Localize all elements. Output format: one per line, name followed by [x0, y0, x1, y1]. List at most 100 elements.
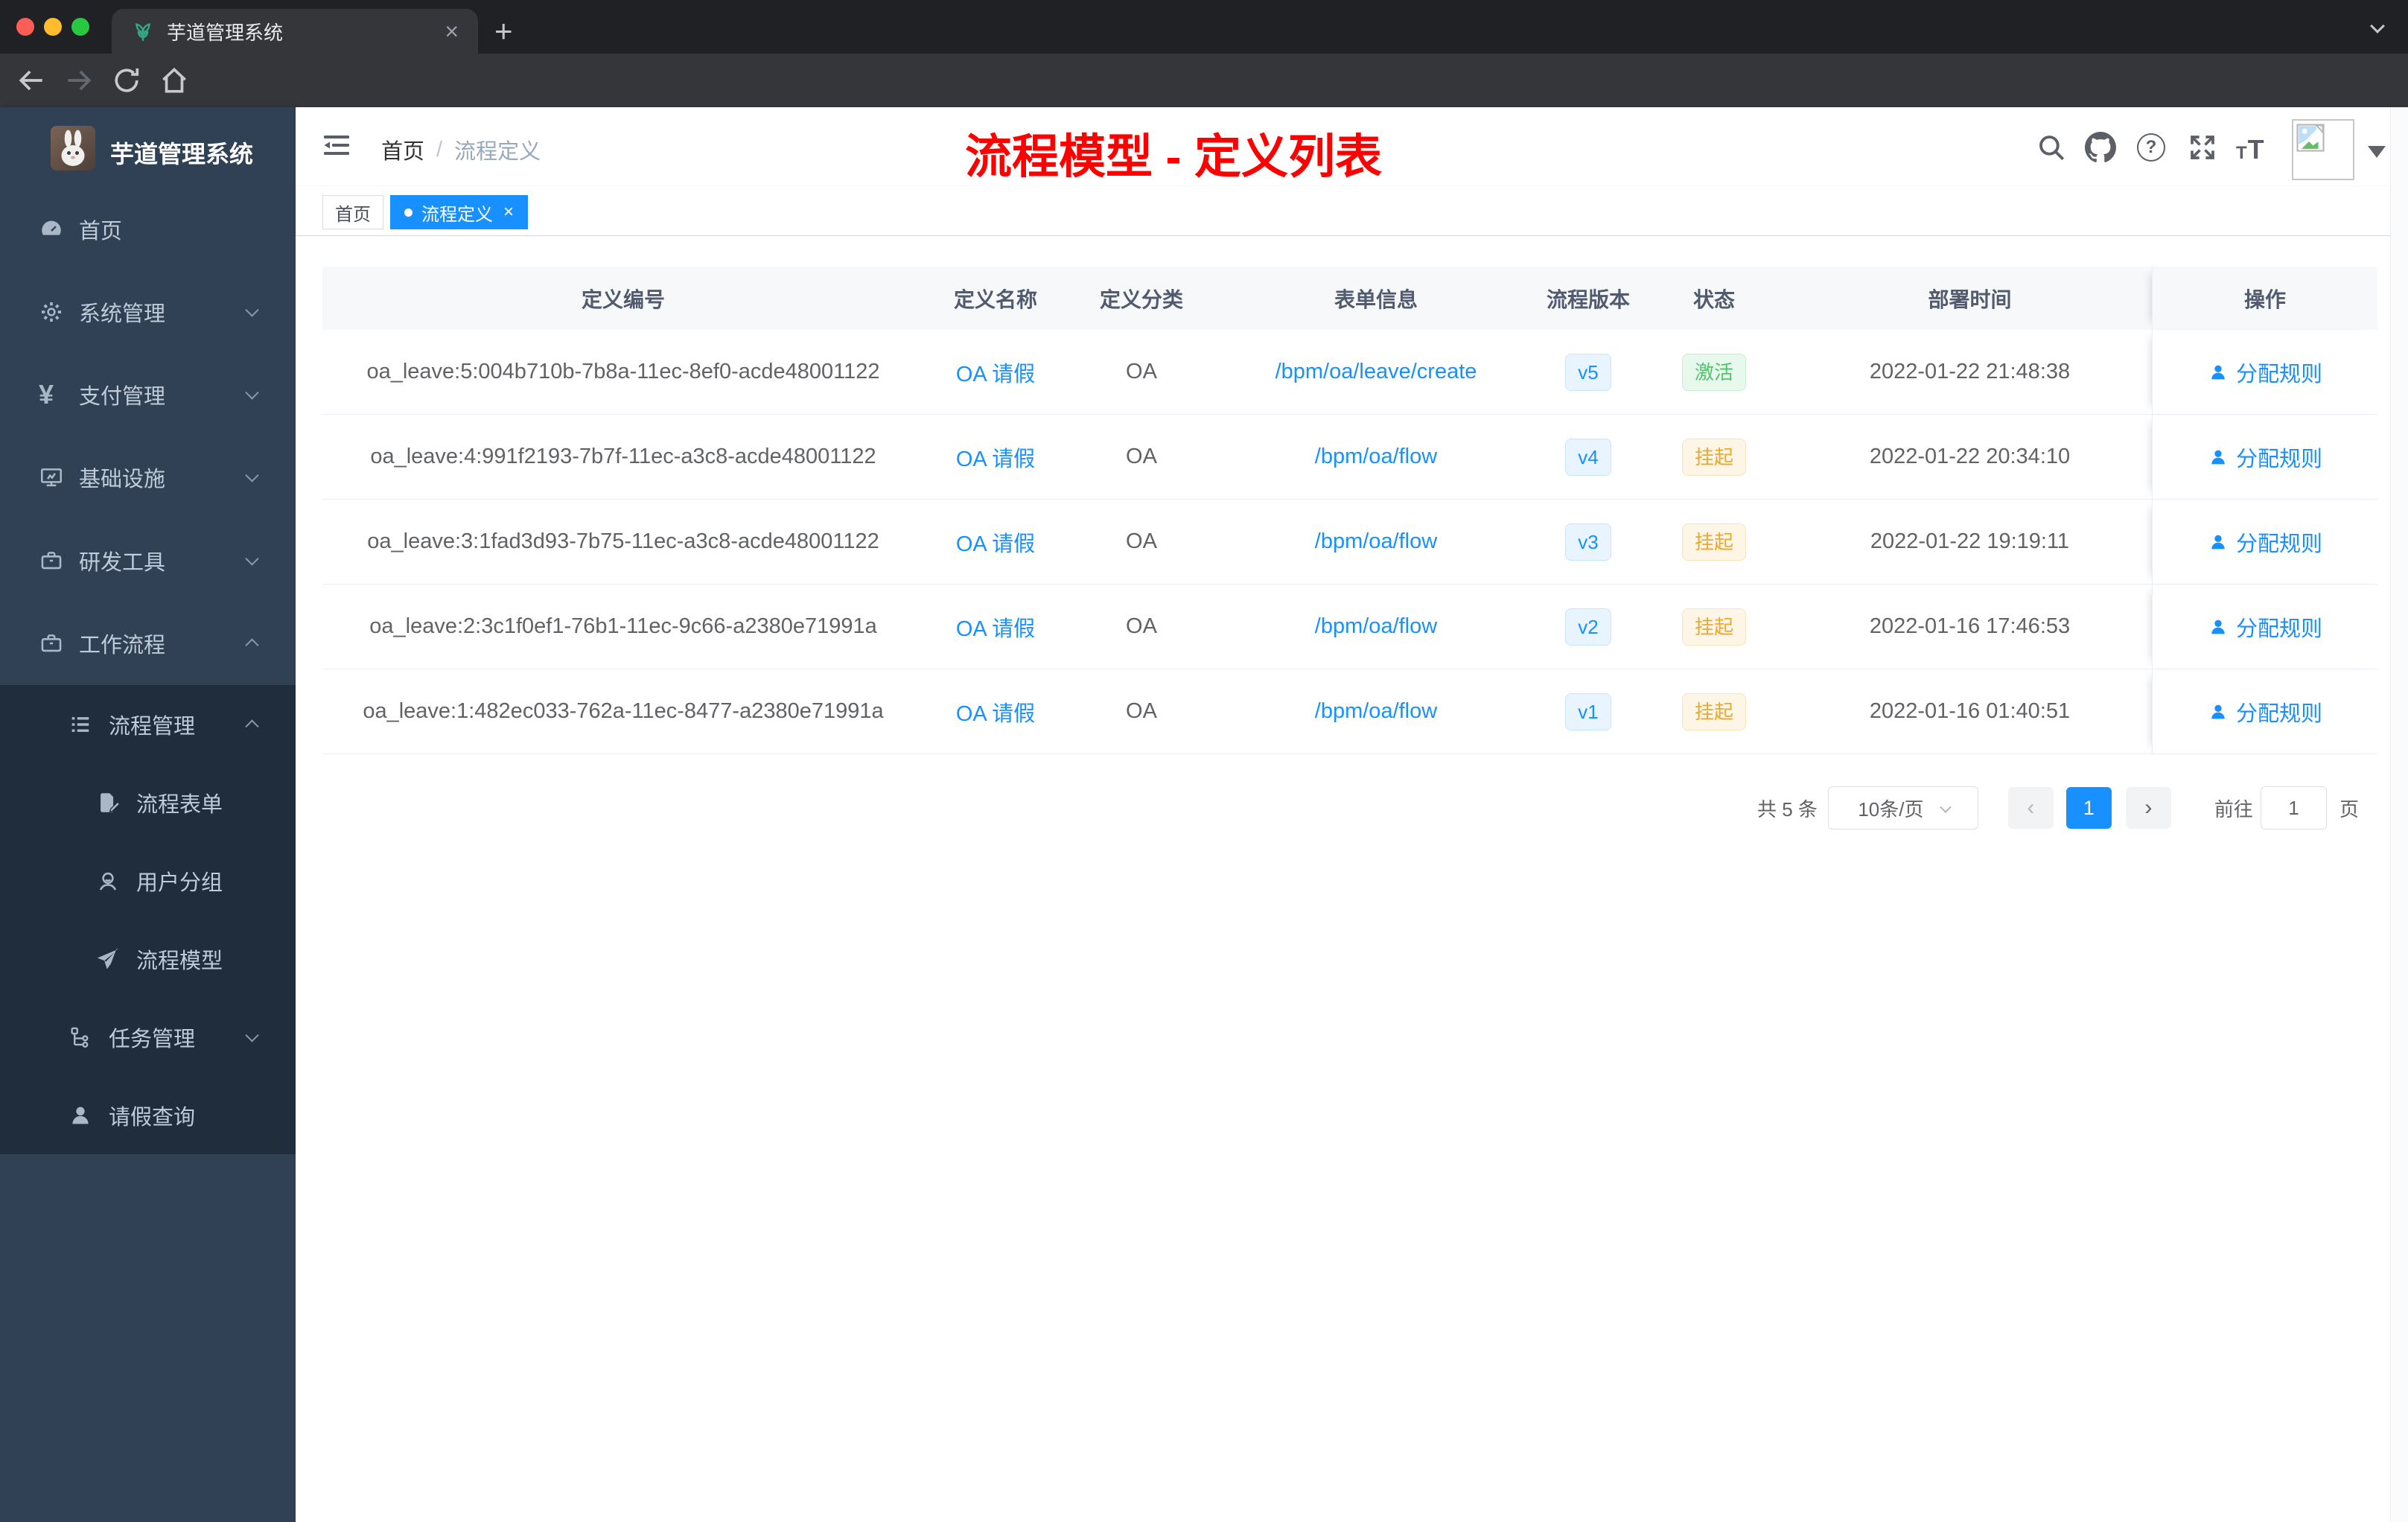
version-badge: v4	[1565, 438, 1611, 476]
sidebar-item-home[interactable]: 首页	[0, 188, 296, 271]
status-badge: 挂起	[1681, 438, 1746, 476]
form-link[interactable]: /bpm/oa/flow	[1315, 699, 1437, 724]
definition-table: 定义编号 定义名称 定义分类 表单信息 流程版本 状态 部署时间 操作 oa_l…	[322, 267, 2377, 754]
sidebar-item-pay[interactable]: ¥ 支付管理	[0, 353, 296, 436]
form-link[interactable]: /bpm/oa/leave/create	[1275, 360, 1477, 384]
goto-page-input[interactable]	[2260, 786, 2327, 830]
definition-category: OA	[1126, 529, 1157, 553]
font-size-icon[interactable]: TT	[2236, 134, 2265, 165]
definition-id: oa_leave:2:3c1f0ef1-76b1-11ec-9c66-a2380…	[369, 614, 877, 638]
definition-name-link[interactable]: OA 请假	[956, 611, 1035, 643]
new-tab-button[interactable]: +	[494, 13, 513, 49]
definition-id: oa_leave:5:004b710b-7b8a-11ec-8ef0-acde4…	[366, 360, 880, 383]
sidebar-collapse-icon[interactable]	[322, 133, 351, 159]
window-zoom-button[interactable]	[71, 18, 89, 36]
browser-scrollbar[interactable]	[2390, 107, 2408, 1522]
document-edit-icon	[95, 790, 121, 815]
avatar-dropdown-caret-icon[interactable]	[2368, 146, 2386, 158]
tag-current[interactable]: 流程定义 ×	[390, 195, 529, 229]
app-logo-avatar	[51, 126, 95, 171]
current-page-button[interactable]: 1	[2065, 787, 2112, 829]
github-icon[interactable]	[2085, 132, 2116, 163]
status-badge: 挂起	[1681, 608, 1746, 646]
user-icon	[2211, 450, 2225, 464]
search-icon[interactable]	[2036, 132, 2067, 163]
definition-name-link[interactable]: OA 请假	[956, 357, 1035, 388]
tab-title: 芋道管理系统	[167, 21, 284, 44]
assign-rule-button[interactable]: 分配规则	[2208, 442, 2322, 473]
window-minimize-button[interactable]	[44, 18, 62, 36]
assign-rule-button[interactable]: 分配规则	[2208, 526, 2322, 558]
assign-rule-button[interactable]: 分配规则	[2208, 611, 2322, 643]
column-header: 流程版本	[1546, 287, 1630, 311]
assign-rule-button[interactable]: 分配规则	[2208, 696, 2322, 727]
tags-view-bar: 首页 流程定义 ×	[296, 186, 2408, 236]
breadcrumb-home[interactable]: 首页	[381, 134, 424, 165]
column-header: 部署时间	[1928, 287, 2012, 311]
goto-label: 前往	[2214, 797, 2253, 821]
deploy-time: 2022-01-16 01:40:51	[1869, 699, 2071, 723]
briefcase-icon	[39, 548, 64, 573]
sidebar-item-process-model[interactable]: 流程模型	[0, 920, 296, 998]
tag-home[interactable]: 首页	[322, 195, 383, 229]
next-page-button[interactable]: ›	[2125, 787, 2171, 829]
prev-page-button[interactable]: ‹	[2007, 787, 2054, 829]
sidebar-item-task-manage[interactable]: 任务管理	[0, 998, 296, 1076]
sidebar-item-workflow[interactable]: 工作流程	[0, 602, 296, 685]
form-link[interactable]: /bpm/oa/flow	[1315, 614, 1437, 639]
deploy-time: 2022-01-22 21:48:38	[1869, 360, 2071, 383]
page-suffix: 页	[2339, 797, 2359, 821]
definition-category: OA	[1126, 445, 1157, 468]
form-link[interactable]: /bpm/oa/flow	[1315, 445, 1437, 469]
definition-id: oa_leave:3:1fad3d93-7b75-11ec-a3c8-acde4…	[367, 529, 879, 553]
version-badge: v3	[1565, 523, 1611, 561]
user-avatar-broken-image[interactable]	[2292, 119, 2354, 180]
fullscreen-icon[interactable]	[2187, 132, 2218, 163]
window-close-button[interactable]	[16, 18, 34, 36]
home-button[interactable]	[158, 64, 191, 97]
table-row: oa_leave:3:1fad3d93-7b75-11ec-a3c8-acde4…	[322, 500, 2377, 585]
column-header: 定义名称	[953, 287, 1037, 311]
definition-id: oa_leave:1:482ec033-762a-11ec-8477-a2380…	[363, 699, 884, 723]
sidebar-item-user-group[interactable]: 用户分组	[0, 841, 296, 920]
tab-close-icon[interactable]: ×	[445, 19, 459, 43]
column-header: 表单信息	[1334, 287, 1418, 311]
version-badge: v1	[1565, 692, 1611, 730]
user-icon	[2211, 535, 2225, 549]
chevron-down-icon	[245, 1028, 259, 1042]
definition-name-link[interactable]: OA 请假	[956, 526, 1035, 558]
sidebar-item-tool[interactable]: 研发工具	[0, 519, 296, 602]
version-badge: v2	[1565, 608, 1611, 646]
chevron-down-icon	[245, 303, 259, 317]
tag-close-icon[interactable]: ×	[503, 203, 514, 221]
sidebar-item-process-manage[interactable]: 流程管理	[0, 685, 296, 763]
browser-tab[interactable]: 芋道管理系统 ×	[112, 9, 478, 54]
definition-name-link[interactable]: OA 请假	[956, 696, 1035, 727]
table-header-row: 定义编号 定义名称 定义分类 表单信息 流程版本 状态 部署时间 操作	[322, 267, 2377, 330]
yen-icon: ¥	[39, 379, 54, 410]
sidebar-item-process-form[interactable]: 流程表单	[0, 763, 296, 841]
sidebar-item-leave-query[interactable]: 请假查询	[0, 1076, 296, 1154]
briefcase-icon	[39, 631, 64, 656]
chevron-down-icon	[1939, 800, 1952, 813]
assign-rule-button[interactable]: 分配规则	[2208, 357, 2322, 388]
back-button[interactable]	[15, 64, 48, 97]
form-link[interactable]: /bpm/oa/flow	[1315, 529, 1437, 554]
tab-search-chevron-icon[interactable]	[2370, 19, 2385, 34]
browser-toolbar: 不安全 dashboard.yudao.iocoder.cn/bpm/manag…	[0, 54, 2408, 155]
status-badge: 挂起	[1681, 523, 1746, 561]
definition-name-link[interactable]: OA 请假	[956, 442, 1035, 473]
help-icon[interactable]: ?	[2137, 133, 2165, 162]
user-icon	[2211, 620, 2225, 634]
app-logo-row[interactable]: 芋道管理系统	[0, 107, 296, 189]
version-badge: v5	[1565, 353, 1611, 391]
list-icon	[68, 712, 93, 737]
deploy-time: 2022-01-22 20:34:10	[1869, 445, 2071, 468]
page-size-select[interactable]: 10条/页	[1827, 786, 1978, 830]
annotation-title: 流程模型 - 定义列表	[965, 131, 1382, 183]
forward-button[interactable]	[63, 64, 95, 97]
sidebar-item-infra[interactable]: 基础设施	[0, 436, 296, 519]
reload-button[interactable]	[110, 64, 143, 97]
definition-id: oa_leave:4:991f2193-7b7f-11ec-a3c8-acde4…	[370, 445, 876, 468]
sidebar-item-system[interactable]: 系统管理	[0, 270, 296, 354]
